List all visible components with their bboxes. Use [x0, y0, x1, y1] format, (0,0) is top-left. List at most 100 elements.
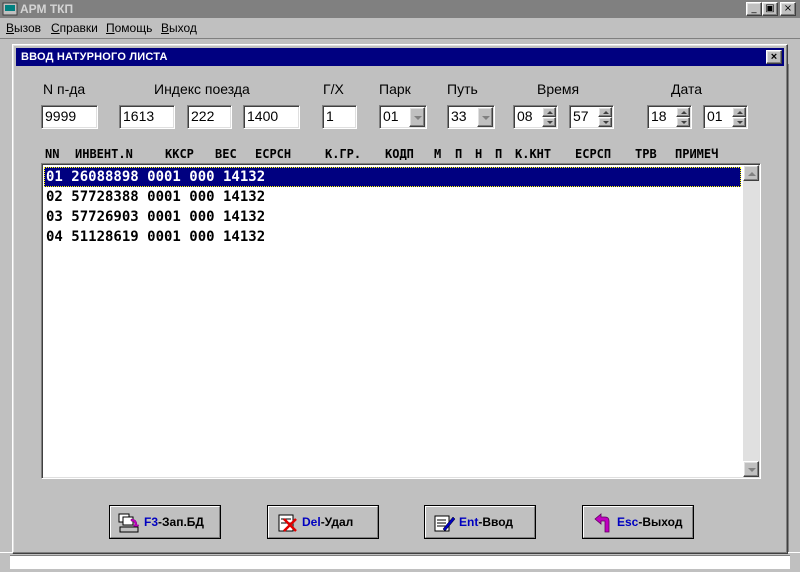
natural-sheet-dialog: ВВОД НАТУРНОГО ЛИСТА × N п-да Индекс пое… [12, 44, 788, 554]
table-row[interactable]: 04 51128619 0001 000 14132 [44, 227, 741, 247]
status-field [10, 555, 790, 569]
label-date: Дата [671, 81, 703, 97]
spin-down-icon[interactable] [542, 117, 556, 127]
app-icon [2, 2, 18, 16]
hotkey-text: Esc [617, 515, 639, 529]
menubar: Вызов Справки Помощь Выход [0, 18, 800, 38]
wagon-list[interactable]: 01 26088898 0001 000 14132 02 57728388 0… [41, 163, 761, 479]
day-spinner[interactable]: 18 [647, 105, 692, 129]
spin-up-icon[interactable] [732, 107, 746, 117]
month-spinner[interactable]: 01 [703, 105, 748, 129]
col-trv: ТРВ [635, 147, 657, 161]
chevron-down-icon[interactable] [477, 107, 493, 127]
park-select[interactable]: 01 [379, 105, 427, 129]
label-track: Путь [447, 81, 478, 97]
table-row[interactable]: 01 26088898 0001 000 14132 [44, 167, 741, 187]
spin-up-icon[interactable] [676, 107, 690, 117]
scroll-up-icon[interactable] [743, 165, 759, 181]
button-text: -Выход [638, 515, 683, 529]
delete-label: Del-Удал [302, 515, 353, 529]
menu-label: ызов [14, 21, 42, 35]
col-kgr: К.ГР. [325, 147, 362, 161]
app-title: АРМ ТКП [20, 2, 74, 16]
train-index-field-2[interactable]: 222 [187, 105, 232, 129]
track-value: 33 [451, 108, 467, 124]
menu-hotkey: В [6, 21, 15, 35]
app-titlebar: АРМ ТКП _ ▣ × [0, 0, 800, 18]
menu-vyhod[interactable]: Выход [161, 21, 197, 35]
chevron-down-icon[interactable] [409, 107, 425, 127]
col-kodp: КОДП [385, 147, 414, 161]
exit-arrow-icon [594, 513, 610, 533]
menu-hotkey: П [106, 21, 115, 35]
spin-down-icon[interactable] [598, 117, 612, 127]
col-n: Н [475, 147, 483, 161]
menu-vyzov[interactable]: Вызов [6, 21, 41, 35]
label-time: Время [537, 81, 580, 97]
hotkey-text: F3 [144, 515, 159, 529]
col-esrsn: ЕСРСН [255, 147, 292, 161]
col-nn: NN [45, 147, 60, 161]
dialog-title: ВВОД НАТУРНОГО ЛИСТА [21, 51, 168, 63]
train-index-field-1[interactable]: 1613 [119, 105, 175, 129]
minute-spinner[interactable]: 57 [569, 105, 614, 129]
button-text: -Удал [320, 515, 354, 529]
delete-button[interactable]: Del-Удал [267, 505, 379, 539]
exit-button[interactable]: Esc-Выход [582, 505, 694, 539]
col-ves: ВЕС [215, 147, 237, 161]
save-db-label: F3-Зап.БД [144, 515, 204, 529]
close-app-button[interactable]: × [780, 2, 796, 16]
scroll-down-icon[interactable] [743, 461, 759, 477]
col-esrsp: ЕСРСП [575, 147, 612, 161]
hour-value: 08 [517, 108, 533, 124]
delete-icon [278, 514, 297, 532]
menu-spravki[interactable]: Справки [51, 21, 98, 35]
col-invent: ИНВЕНТ.N [75, 147, 133, 161]
minute-value: 57 [573, 108, 589, 124]
menu-hotkey: В [161, 21, 170, 35]
vertical-scrollbar[interactable] [743, 165, 759, 477]
menu-label: ыход [169, 21, 197, 35]
label-train-index: Индекс поезда [154, 81, 250, 97]
col-kksr: ККСР [165, 147, 194, 161]
hotkey-text: Ent [459, 515, 479, 529]
gx-field[interactable]: 1 [322, 105, 357, 129]
enter-button[interactable]: Ent-Ввод [424, 505, 536, 539]
menu-hotkey: С [51, 21, 60, 35]
label-n-pda: N п-да [43, 81, 86, 97]
menu-label: правки [59, 21, 98, 35]
table-row[interactable]: 02 57728388 0001 000 14132 [44, 187, 741, 207]
park-value: 01 [383, 108, 399, 124]
spin-down-icon[interactable] [732, 117, 746, 127]
month-value: 01 [707, 108, 723, 124]
track-select[interactable]: 33 [447, 105, 495, 129]
minimize-button[interactable]: _ [746, 2, 762, 16]
spin-up-icon[interactable] [598, 107, 612, 117]
menu-pomosch[interactable]: Помощь [106, 21, 152, 35]
edit-document-icon [434, 515, 456, 532]
hotkey-text: Del [302, 515, 321, 529]
dialog-titlebar: ВВОД НАТУРНОГО ЛИСТА × [16, 48, 784, 66]
hour-spinner[interactable]: 08 [513, 105, 558, 129]
label-gx: Г/Х [323, 81, 344, 97]
enter-label: Ent-Ввод [459, 515, 513, 529]
close-icon[interactable]: × [766, 50, 782, 64]
button-text: -Ввод [478, 515, 514, 529]
n-pda-field[interactable]: 9999 [41, 105, 98, 129]
exit-label: Esc-Выход [617, 515, 682, 529]
col-kknt: К.КНТ [515, 147, 552, 161]
maximize-button[interactable]: ▣ [762, 2, 778, 16]
label-park: Парк [379, 81, 411, 97]
save-db-button[interactable]: F3-Зап.БД [109, 505, 221, 539]
spin-down-icon[interactable] [676, 117, 690, 127]
button-text: -Зап.БД [158, 515, 204, 529]
train-index-field-3[interactable]: 1400 [243, 105, 300, 129]
save-db-icon [118, 513, 140, 533]
app-background-panel [788, 64, 800, 554]
table-row[interactable]: 03 57726903 0001 000 14132 [44, 207, 741, 227]
spin-up-icon[interactable] [542, 107, 556, 117]
col-m: М [434, 147, 442, 161]
col-p1: П [455, 147, 463, 161]
col-p2: П [495, 147, 503, 161]
menu-label: омощь [114, 21, 153, 35]
